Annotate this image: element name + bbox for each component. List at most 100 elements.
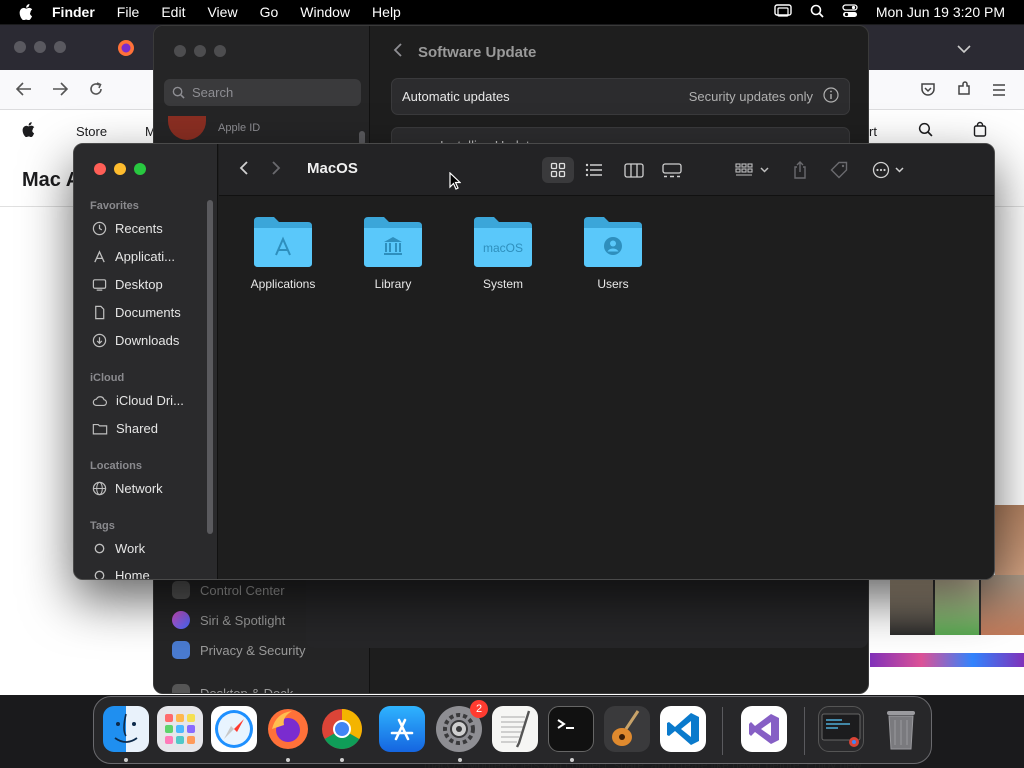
- back-button[interactable]: [239, 160, 249, 181]
- extensions-icon[interactable]: [956, 81, 972, 102]
- group-by-button[interactable]: [731, 157, 775, 183]
- firefox-tab-icon[interactable]: [117, 39, 135, 62]
- sidebar-item-icloud-drive[interactable]: iCloud Dri...: [92, 393, 210, 408]
- chevron-down-icon[interactable]: [957, 41, 971, 59]
- dock-terminal[interactable]: [548, 706, 594, 752]
- sidebar-item-siri-spotlight[interactable]: Siri & Spotlight: [172, 611, 285, 629]
- dock: 2: [93, 696, 932, 764]
- sidebar-item-recents[interactable]: Recents: [92, 221, 210, 236]
- site-nav-store[interactable]: Store: [76, 124, 107, 139]
- folder-system[interactable]: macOS System: [453, 215, 553, 291]
- site-nav-right-partial[interactable]: rt: [869, 124, 877, 139]
- tags-button[interactable]: [825, 157, 853, 183]
- more-actions-button[interactable]: [869, 157, 909, 183]
- section-favorites: Favorites: [90, 200, 139, 212]
- sidebar-item-desktop-dock[interactable]: Desktop & Dock: [172, 684, 293, 693]
- apple-menu-icon[interactable]: [0, 4, 52, 20]
- settings-window-controls[interactable]: [174, 45, 226, 57]
- thumbnail-strip: [870, 653, 1024, 667]
- control-center-icon[interactable]: [842, 3, 858, 21]
- settings-header: Software Update: [393, 43, 536, 61]
- menu-window[interactable]: Window: [289, 4, 361, 20]
- dock-safari[interactable]: [211, 706, 257, 752]
- apple-id-row[interactable]: Apple ID: [168, 116, 260, 140]
- pocket-icon[interactable]: [920, 82, 936, 102]
- shopping-bag-icon[interactable]: [973, 121, 987, 140]
- menubar-clock[interactable]: Mon Jun 19 3:20 PM: [876, 4, 1005, 20]
- automatic-updates-row[interactable]: Automatic updates Security updates only: [391, 78, 850, 115]
- dock-recent-window[interactable]: [818, 706, 864, 752]
- folder-library[interactable]: Library: [343, 215, 443, 291]
- sidebar-item-applications[interactable]: Applicati...: [92, 249, 210, 264]
- sidebar-item-shared[interactable]: Shared: [92, 421, 210, 436]
- sidebar-item-downloads[interactable]: Downloads: [92, 333, 210, 348]
- sidebar-item-label: Desktop: [115, 277, 163, 292]
- sidebar-item-documents[interactable]: Documents: [92, 305, 210, 320]
- share-button[interactable]: [786, 157, 814, 183]
- sidebar-item-label: iCloud Dri...: [116, 393, 184, 408]
- app-store-icon: [390, 718, 414, 741]
- close-button[interactable]: [94, 163, 106, 175]
- sidebar-item-label: Documents: [115, 305, 181, 320]
- sidebar-item-control-center[interactable]: Control Center: [172, 581, 285, 599]
- folder-label: Applications: [250, 277, 316, 291]
- dock-visual-studio[interactable]: [741, 706, 787, 752]
- control-center-icon: [172, 581, 190, 599]
- sidebar-item-desktop[interactable]: Desktop: [92, 277, 210, 292]
- running-indicator: [570, 758, 574, 762]
- notification-badge: 2: [470, 700, 488, 718]
- site-search-icon[interactable]: [918, 122, 933, 140]
- settings-page-title: Software Update: [418, 43, 537, 61]
- forward-button[interactable]: [271, 160, 281, 181]
- sidebar-item-network[interactable]: Network: [92, 481, 210, 496]
- sidebar-item-privacy-security[interactable]: Privacy & Security: [172, 641, 305, 659]
- hamburger-menu-icon[interactable]: [992, 83, 1006, 101]
- folder-applications[interactable]: Applications: [233, 215, 333, 291]
- menu-view[interactable]: View: [196, 4, 248, 20]
- apple-logo-icon[interactable]: [22, 122, 35, 140]
- window-thumbnail-icon: [821, 713, 861, 747]
- list-view-button[interactable]: [578, 157, 610, 183]
- forward-arrow-icon[interactable]: [52, 82, 69, 101]
- gallery-view-button[interactable]: [656, 157, 688, 183]
- download-icon: [92, 333, 107, 348]
- menu-help[interactable]: Help: [361, 4, 412, 20]
- grid-icon: [550, 162, 566, 178]
- back-arrow-icon[interactable]: [15, 82, 32, 101]
- column-view-button[interactable]: [618, 157, 650, 183]
- spotlight-search-icon[interactable]: [810, 4, 824, 21]
- svg-text:macOS: macOS: [483, 241, 523, 255]
- sidebar-scrollbar[interactable]: [207, 200, 213, 534]
- menu-app-name[interactable]: Finder: [52, 4, 106, 20]
- back-chevron-icon[interactable]: [393, 43, 402, 61]
- dock-garageband[interactable]: [604, 706, 650, 752]
- minimize-button[interactable]: [114, 163, 126, 175]
- dock-textedit[interactable]: [492, 706, 538, 752]
- running-indicator: [458, 758, 462, 762]
- dock-app-store[interactable]: [379, 706, 425, 752]
- dock-vscode[interactable]: [660, 706, 706, 752]
- zoom-button[interactable]: [134, 163, 146, 175]
- settings-search-input[interactable]: Search: [164, 79, 361, 106]
- menu-file[interactable]: File: [106, 4, 151, 20]
- dock-finder[interactable]: [103, 706, 149, 752]
- sidebar-item-tag-home[interactable]: Home: [92, 568, 210, 579]
- reload-icon[interactable]: [88, 81, 104, 102]
- icon-view-button[interactable]: [542, 157, 574, 183]
- dock-launchpad[interactable]: [157, 706, 203, 752]
- dock-firefox[interactable]: [265, 706, 311, 752]
- dock-separator: [804, 707, 805, 755]
- dock-trash[interactable]: [878, 706, 924, 752]
- menu-edit[interactable]: Edit: [150, 4, 196, 20]
- video-thumbnails: [890, 575, 1024, 635]
- dock-system-settings[interactable]: 2: [436, 700, 488, 752]
- menu-go[interactable]: Go: [249, 4, 290, 20]
- screen-mirroring-icon[interactable]: [774, 3, 792, 21]
- dock-chrome[interactable]: [319, 706, 365, 752]
- finder-icon: [114, 713, 138, 743]
- sidebar-item-tag-work[interactable]: Work: [92, 541, 210, 556]
- browser-window-controls[interactable]: [14, 41, 66, 53]
- info-icon[interactable]: [823, 87, 839, 106]
- window-controls: [94, 163, 146, 175]
- folder-users[interactable]: Users: [563, 215, 663, 291]
